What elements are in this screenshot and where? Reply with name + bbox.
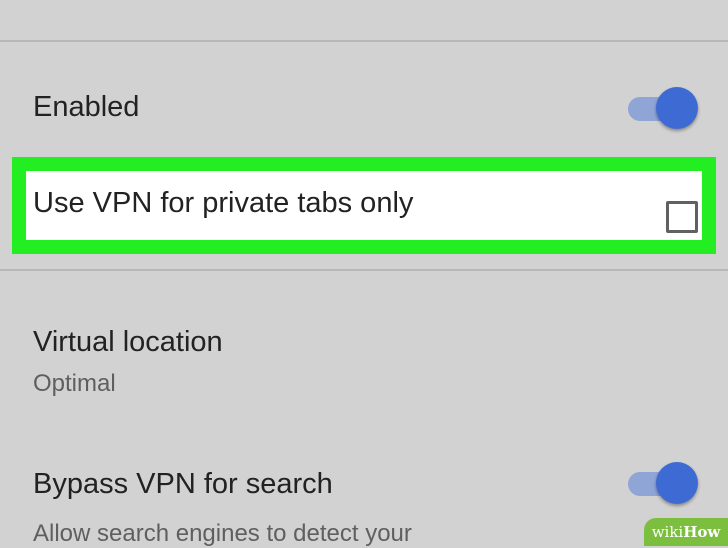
bypass-search-toggle-thumb — [656, 462, 698, 504]
private-tabs-label: Use VPN for private tabs only — [33, 187, 414, 219]
enabled-label: Enabled — [33, 91, 140, 123]
watermark-how-text: How — [683, 523, 721, 541]
enabled-toggle-thumb — [656, 87, 698, 129]
virtual-location-setting-row[interactable]: Virtual location Optimal — [0, 318, 728, 408]
bypass-search-setting-row[interactable]: Bypass VPN for search Allow search engin… — [0, 460, 728, 547]
virtual-location-label: Virtual location — [33, 326, 223, 358]
private-tabs-setting-row[interactable]: Use VPN for private tabs only — [12, 157, 716, 254]
private-tabs-checkbox[interactable] — [666, 201, 698, 233]
top-divider — [0, 40, 728, 42]
virtual-location-value: Optimal — [33, 370, 116, 397]
bypass-search-label: Bypass VPN for search — [33, 468, 333, 500]
enabled-setting-row[interactable]: Enabled — [0, 80, 728, 140]
wikihow-watermark: wikiHow — [644, 518, 728, 546]
bypass-search-description: Allow search engines to detect your — [33, 520, 412, 547]
bypass-search-toggle[interactable] — [628, 462, 698, 506]
enabled-toggle[interactable] — [628, 87, 698, 131]
middle-divider — [0, 269, 728, 271]
watermark-wiki-text: wiki — [651, 523, 684, 541]
